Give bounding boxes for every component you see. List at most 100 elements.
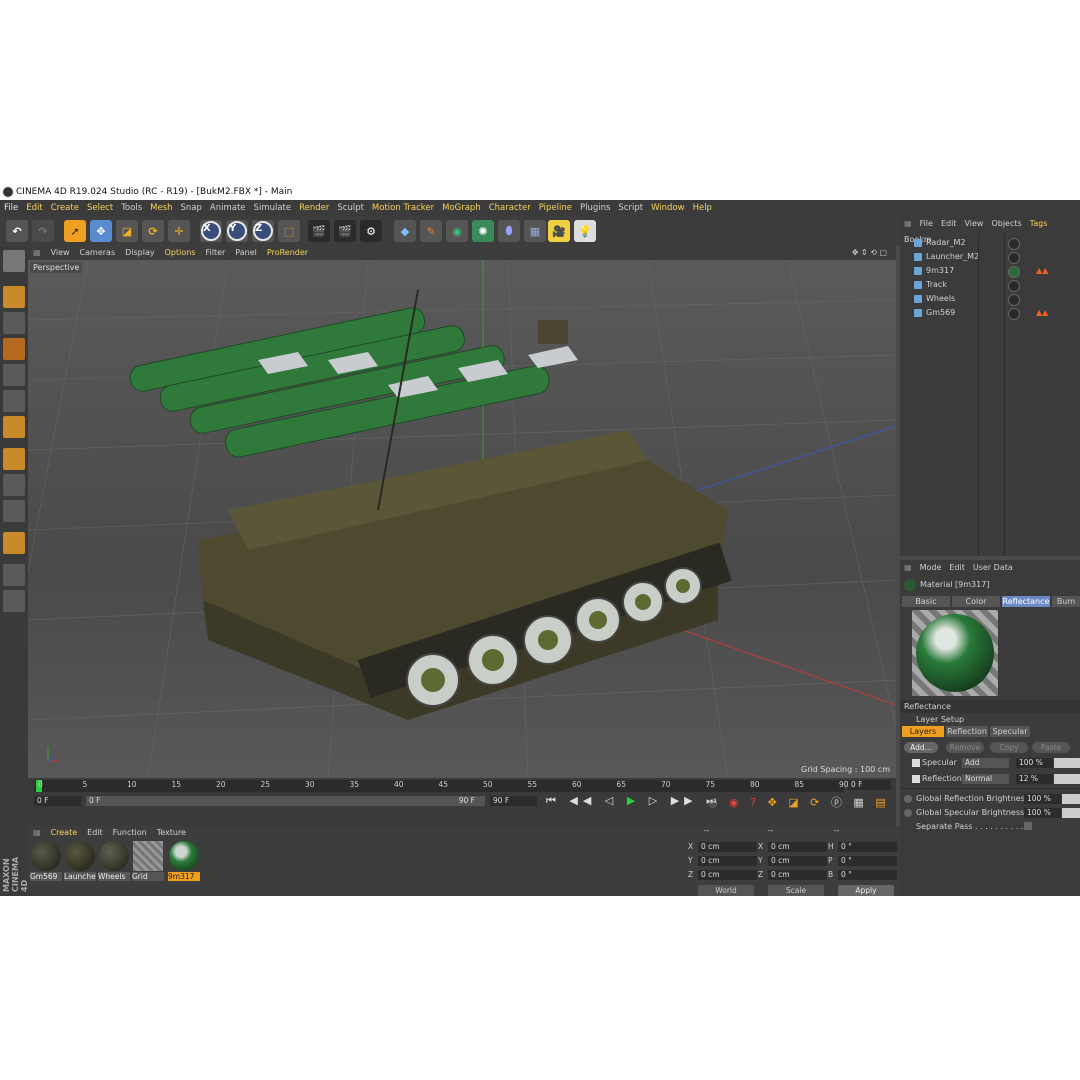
points-mode-button[interactable]: [3, 364, 25, 386]
menu-edit[interactable]: Edit: [22, 200, 46, 216]
pos-z-field[interactable]: 0 cm: [698, 870, 757, 880]
material-tag-icon[interactable]: [1008, 266, 1020, 278]
pen-spline-button[interactable]: ✎: [420, 220, 442, 242]
layer-mode-dropdown[interactable]: Add: [962, 758, 1009, 768]
tweak-mode-button[interactable]: [3, 474, 25, 496]
vp-menu-cameras[interactable]: Cameras: [75, 246, 121, 260]
mograph-cloner-button[interactable]: ✺: [472, 220, 494, 242]
model-mode-button[interactable]: [3, 286, 25, 308]
object-row[interactable]: Gm569 ▲▲: [900, 306, 1080, 320]
snap-button[interactable]: [3, 532, 25, 554]
material-swatch-grid[interactable]: Grid: [132, 840, 164, 884]
tab-color[interactable]: Color: [952, 596, 1000, 607]
material-swatch-launcher[interactable]: Launche: [64, 840, 96, 884]
pos-x-field[interactable]: 0 cm: [698, 842, 757, 852]
menu-snap[interactable]: Snap: [177, 200, 206, 216]
animation-dot-icon[interactable]: [904, 795, 912, 803]
menu-animate[interactable]: Animate: [206, 200, 250, 216]
make-editable-button[interactable]: [3, 250, 25, 272]
viewport-nav-icons[interactable]: ✥ ⇕ ⟲ ▢: [847, 246, 892, 260]
obj-menu-edit[interactable]: Edit: [937, 216, 961, 232]
render-picture-viewer-button[interactable]: 🎬: [334, 220, 356, 242]
vp-menu-display[interactable]: Display: [120, 246, 160, 260]
size-z-field[interactable]: 0 cm: [768, 870, 827, 880]
mat-menu-create[interactable]: Create: [46, 826, 83, 839]
obj-menu-file[interactable]: File: [916, 216, 937, 232]
layer-strength-slider[interactable]: [1054, 774, 1080, 784]
layer-strength-slider[interactable]: [1054, 758, 1080, 768]
global-reflection-field[interactable]: 100 %: [1024, 794, 1061, 804]
rot-b-field[interactable]: 0 °: [838, 870, 897, 880]
live-selection-button[interactable]: ➚: [64, 220, 86, 242]
menu-mograph[interactable]: MoGraph: [438, 200, 485, 216]
attr-menu-user-data[interactable]: User Data: [969, 560, 1017, 576]
mat-menu-edit[interactable]: Edit: [82, 826, 108, 839]
paste-layer-button[interactable]: Paste: [1032, 742, 1070, 753]
material-swatch-wheels[interactable]: Wheels: [98, 840, 130, 884]
camera-button[interactable]: 🎥: [548, 220, 570, 242]
attr-menu-edit[interactable]: Edit: [945, 560, 969, 576]
attr-menu-mode[interactable]: Mode: [916, 560, 946, 576]
copy-layer-button[interactable]: Copy: [990, 742, 1028, 753]
floor-button[interactable]: ▦: [524, 220, 546, 242]
apply-button[interactable]: Apply: [838, 885, 894, 896]
menu-file[interactable]: File: [0, 200, 22, 216]
menu-motion-tracker[interactable]: Motion Tracker: [368, 200, 438, 216]
subtab-specular[interactable]: Specular: [990, 726, 1030, 737]
material-swatch-9m317[interactable]: 9m317: [168, 840, 200, 884]
material-tag-icon[interactable]: [1008, 308, 1020, 320]
tab-basic[interactable]: Basic: [902, 596, 950, 607]
keyframe-controls[interactable]: ◎ ◉ ? ✥ ◪ ⟳ ⓟ ▦ ▤: [708, 794, 890, 810]
max-frame-field[interactable]: 90 F: [490, 796, 537, 806]
locked-workplane-button[interactable]: [3, 564, 25, 586]
start-frame-field[interactable]: 0 F: [34, 796, 81, 806]
eye-icon[interactable]: [912, 775, 920, 783]
menu-select[interactable]: Select: [83, 200, 117, 216]
current-frame-field[interactable]: 0 F: [848, 780, 891, 790]
world-dropdown[interactable]: World: [698, 885, 754, 896]
scale-dropdown[interactable]: Scale: [768, 885, 824, 896]
layer-mode-dropdown[interactable]: Normal: [962, 774, 1009, 784]
deformer-button[interactable]: ⬮: [498, 220, 520, 242]
obj-menu-view[interactable]: View: [960, 216, 987, 232]
size-y-field[interactable]: 0 cm: [768, 856, 827, 866]
eye-icon[interactable]: [912, 759, 920, 767]
rot-p-field[interactable]: 0 °: [838, 856, 897, 866]
pos-y-field[interactable]: 0 cm: [698, 856, 757, 866]
menu-character[interactable]: Character: [485, 200, 535, 216]
object-row[interactable]: Radar_M2: [900, 236, 1080, 250]
menu-mesh[interactable]: Mesh: [146, 200, 176, 216]
workplane-mode-button[interactable]: [3, 338, 25, 360]
coordinate-system-button[interactable]: ⬚: [278, 220, 300, 242]
solo-button[interactable]: [3, 500, 25, 522]
vp-menu-view[interactable]: View: [46, 246, 75, 260]
separate-pass-checkbox[interactable]: [1024, 822, 1032, 830]
object-row[interactable]: 9m317 ▲▲: [900, 264, 1080, 278]
render-settings-button[interactable]: ⚙: [360, 220, 382, 242]
menu-window[interactable]: Window: [647, 200, 689, 216]
menu-script[interactable]: Script: [614, 200, 647, 216]
object-row[interactable]: Wheels: [900, 292, 1080, 306]
layer-strength-field[interactable]: 100 %: [1016, 758, 1053, 768]
object-row[interactable]: Track: [900, 278, 1080, 292]
render-view-button[interactable]: 🎬: [308, 220, 330, 242]
menu-plugins[interactable]: Plugins: [576, 200, 614, 216]
menu-tools[interactable]: Tools: [117, 200, 146, 216]
subtab-reflection[interactable]: Reflection: [946, 726, 988, 737]
animation-dot-icon[interactable]: [904, 809, 912, 817]
subdivision-button[interactable]: ◉: [446, 220, 468, 242]
rotate-tool-button[interactable]: ⟳: [142, 220, 164, 242]
scale-tool-button[interactable]: ◪: [116, 220, 138, 242]
add-layer-button[interactable]: Add...: [904, 742, 938, 753]
layer-strength-field[interactable]: 12 %: [1016, 774, 1053, 784]
vp-menu-panel[interactable]: Panel: [230, 246, 262, 260]
subtab-layers[interactable]: Layers: [902, 726, 944, 737]
light-button[interactable]: 💡: [574, 220, 596, 242]
tab-bump[interactable]: Bum: [1052, 596, 1080, 607]
obj-menu-objects[interactable]: Objects: [987, 216, 1025, 232]
object-row[interactable]: Launcher_M2: [900, 250, 1080, 264]
material-tag-icon[interactable]: [1008, 294, 1020, 306]
z-axis-button[interactable]: Z: [252, 220, 274, 242]
cube-object-button[interactable]: ◆: [394, 220, 416, 242]
rot-h-field[interactable]: 0 °: [838, 842, 897, 852]
